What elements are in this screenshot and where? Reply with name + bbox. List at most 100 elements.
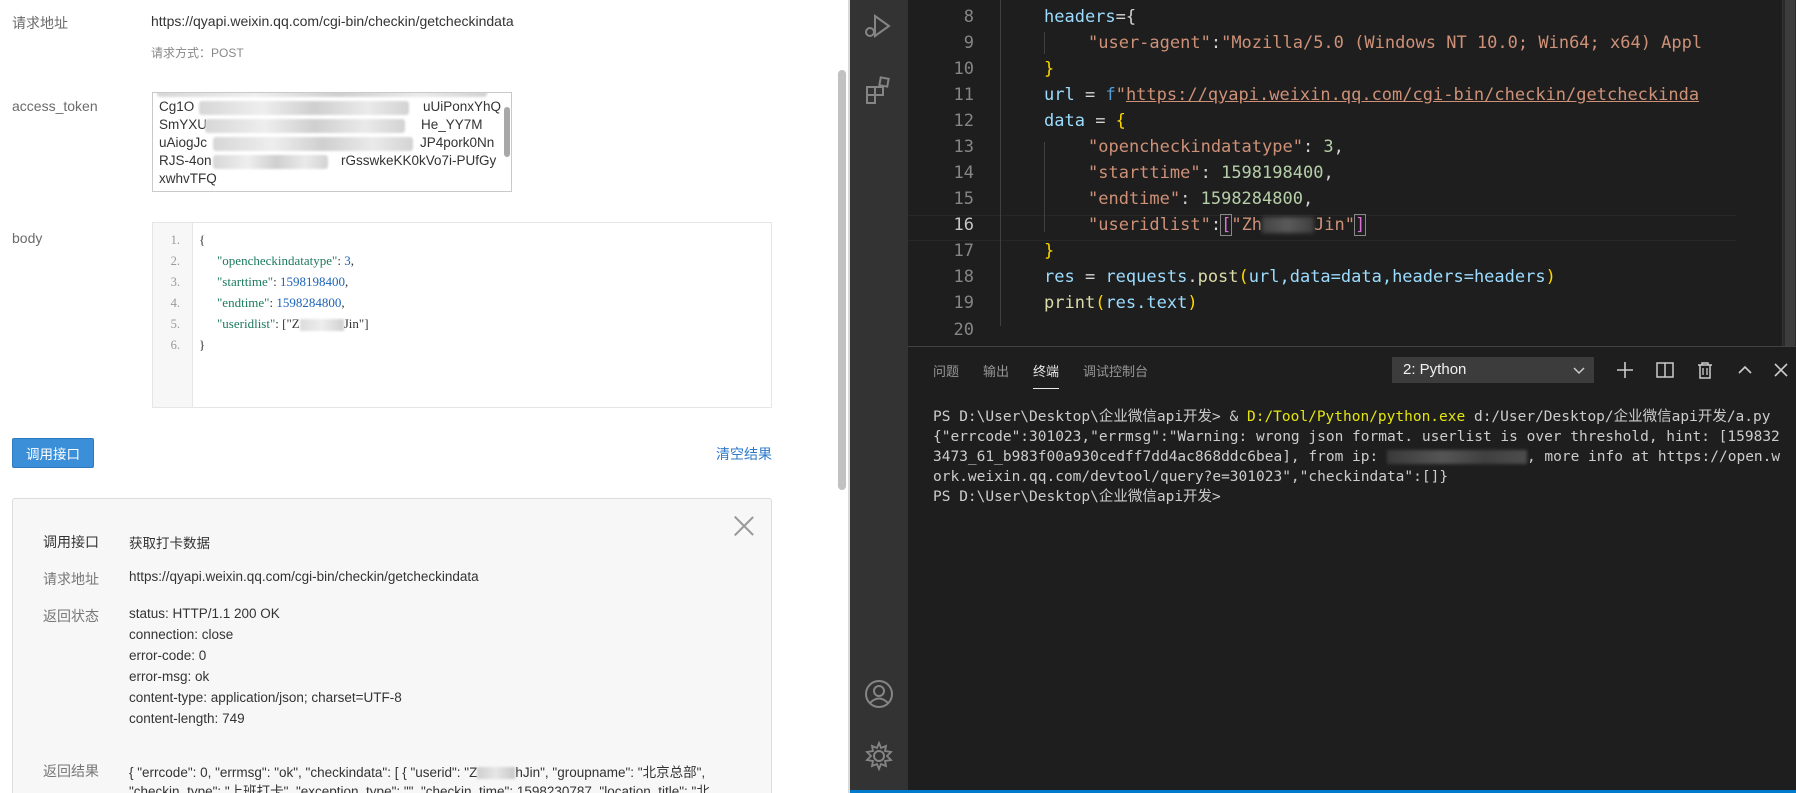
line-number: 10	[953, 59, 974, 79]
token-line: Cg1O	[159, 99, 195, 114]
code-token: data	[1044, 111, 1085, 131]
close-icon[interactable]	[733, 515, 755, 537]
code-token: 3	[1323, 137, 1334, 157]
line-number: 9	[963, 33, 974, 53]
code-line: {	[199, 232, 206, 247]
code-token: :	[1180, 189, 1201, 209]
token-line: uAiogJc	[159, 135, 208, 150]
settings-gear-icon[interactable]	[863, 740, 895, 772]
code-token: ={	[1115, 7, 1137, 27]
tab-problems[interactable]: 问题	[933, 361, 959, 380]
code-token: ,	[1302, 189, 1314, 209]
chevron-down-icon	[1573, 367, 1585, 375]
body-label: body	[12, 230, 43, 246]
trash-icon[interactable]	[1694, 359, 1716, 381]
json-key: "useridlist"	[217, 316, 276, 331]
code-token: "user-agent"	[1088, 33, 1211, 53]
status-line: error-msg: ok	[129, 669, 210, 684]
terminal-select-value: 2: Python	[1403, 361, 1467, 378]
account-icon[interactable]	[863, 678, 895, 710]
access-token-field[interactable]: Cg1O uUiPonxYhQ SmYXU He_YY7M uAiogJc JP…	[152, 92, 512, 192]
line-number: 4.	[170, 296, 180, 310]
tab-terminal[interactable]: 终端	[1033, 361, 1060, 389]
status-line: content-length: 749	[129, 711, 245, 726]
line-number: 5.	[170, 317, 180, 331]
code-line: }	[199, 337, 206, 352]
line-number: 13	[953, 137, 974, 157]
line-number: 15	[953, 189, 974, 209]
code-line: "user-agent":"Mozilla/5.0 (Windows NT 10…	[1088, 33, 1702, 53]
line-number: 1.	[170, 233, 180, 247]
redaction-blur	[213, 155, 328, 169]
code-token: f	[1105, 85, 1116, 105]
extensions-icon[interactable]	[863, 74, 895, 106]
result-status-label: 返回状态	[43, 608, 99, 624]
code-token: 1598198400	[1221, 163, 1324, 183]
line-number: 20	[953, 320, 974, 340]
code-token: =	[1074, 267, 1106, 287]
line-number-gutter: 1. 2. 3. 4. 5. 6.	[153, 223, 193, 407]
code-token: 1598284800	[1200, 189, 1303, 209]
line-number: 3.	[170, 275, 180, 289]
close-icon[interactable]	[1770, 359, 1792, 381]
code-editor[interactable]: 8 headers={ 9 "user-agent":"Mozilla/5.0 …	[908, 0, 1796, 346]
redaction-blur	[1262, 217, 1315, 233]
terminal-panel: 问题 输出 终端 调试控制台 2: Python PS D:\User\Desk…	[908, 346, 1796, 793]
tab-debug-console[interactable]: 调试控制台	[1083, 361, 1148, 380]
result-text: { "errcode": 0, "errmsg": "ok", "checkin…	[129, 765, 478, 780]
token-scrollbar[interactable]	[504, 107, 510, 157]
line-number: 12	[953, 111, 974, 131]
scroll-thumb[interactable]	[1785, 0, 1795, 346]
code-token: "opencheckindatatype"	[1088, 137, 1303, 157]
redaction-blur	[1386, 450, 1527, 464]
code-token: "	[1115, 85, 1126, 105]
json-key: "endtime"	[217, 295, 270, 310]
result-text: hJin", "groupname": "北京总部",	[515, 765, 706, 780]
code-token: ,	[1323, 163, 1334, 183]
code-line: data = {	[1044, 111, 1126, 131]
code-line: }	[1044, 59, 1055, 79]
code-line: "starttime": 1598198400,	[1088, 163, 1334, 183]
status-line: connection: close	[129, 627, 234, 642]
line-number: 17	[953, 241, 974, 261]
redaction-blur	[213, 137, 413, 151]
line-number: 6.	[170, 338, 180, 352]
code-token[interactable]: https://qyapi.weixin.qq.com/cgi-bin/chec…	[1126, 85, 1699, 105]
run-debug-icon[interactable]	[863, 10, 895, 42]
request-method: 请求方式：POST	[151, 46, 244, 60]
terminal-output[interactable]: PS D:\User\Desktop\企业微信api开发> & D:/Tool/…	[933, 407, 1783, 507]
plus-icon[interactable]	[1614, 359, 1636, 381]
call-api-button[interactable]: 调用接口	[12, 438, 94, 468]
tab-output[interactable]: 输出	[983, 361, 1009, 380]
code-token: "endtime"	[1088, 189, 1181, 209]
editor-scrollbar[interactable]	[1782, 0, 1796, 346]
clear-results-link[interactable]: 清空结果	[716, 444, 772, 464]
redaction-blur	[299, 319, 344, 332]
redaction-blur	[199, 101, 409, 115]
code-line: url = f"https://qyapi.weixin.qq.com/cgi-…	[1044, 85, 1699, 105]
chevron-up-icon[interactable]	[1734, 359, 1756, 381]
body-editor[interactable]: 1. 2. 3. 4. 5. 6. { "opencheckindatatype…	[152, 222, 772, 408]
code-token: post	[1197, 267, 1239, 287]
code-line: "endtime": 1598284800,	[217, 295, 345, 310]
code-token: {	[1115, 111, 1126, 131]
split-icon[interactable]	[1654, 359, 1676, 381]
activity-bar	[850, 0, 908, 793]
result-body-label: 返回结果	[43, 763, 99, 779]
line-number: 14	[953, 163, 974, 183]
code-token: =	[1074, 85, 1106, 105]
result-status-lines: status: HTTP/1.1 200 OK connection: clos…	[129, 603, 402, 729]
terminal-select[interactable]: 2: Python	[1392, 357, 1594, 383]
request-url-label: 请求地址	[12, 15, 68, 31]
result-panel: 调用接口 获取打卡数据 请求地址 https://qyapi.weixin.qq…	[12, 498, 772, 793]
page-scrollbar[interactable]	[838, 70, 846, 490]
access-token-label: access_token	[12, 98, 98, 114]
result-body-line: "checkin_type": "上班打卡", "exception_type"…	[129, 784, 710, 793]
result-api-name: 获取打卡数据	[129, 536, 210, 551]
token-line: RJS-4on	[159, 153, 212, 168]
json-value: ["Z	[282, 316, 300, 331]
code-token: :	[1302, 137, 1324, 157]
terminal-prompt: PS D:\User\Desktop\企业微信api开发> &	[933, 409, 1247, 425]
code-token: res	[1044, 267, 1075, 287]
code-token: (	[1238, 267, 1249, 287]
